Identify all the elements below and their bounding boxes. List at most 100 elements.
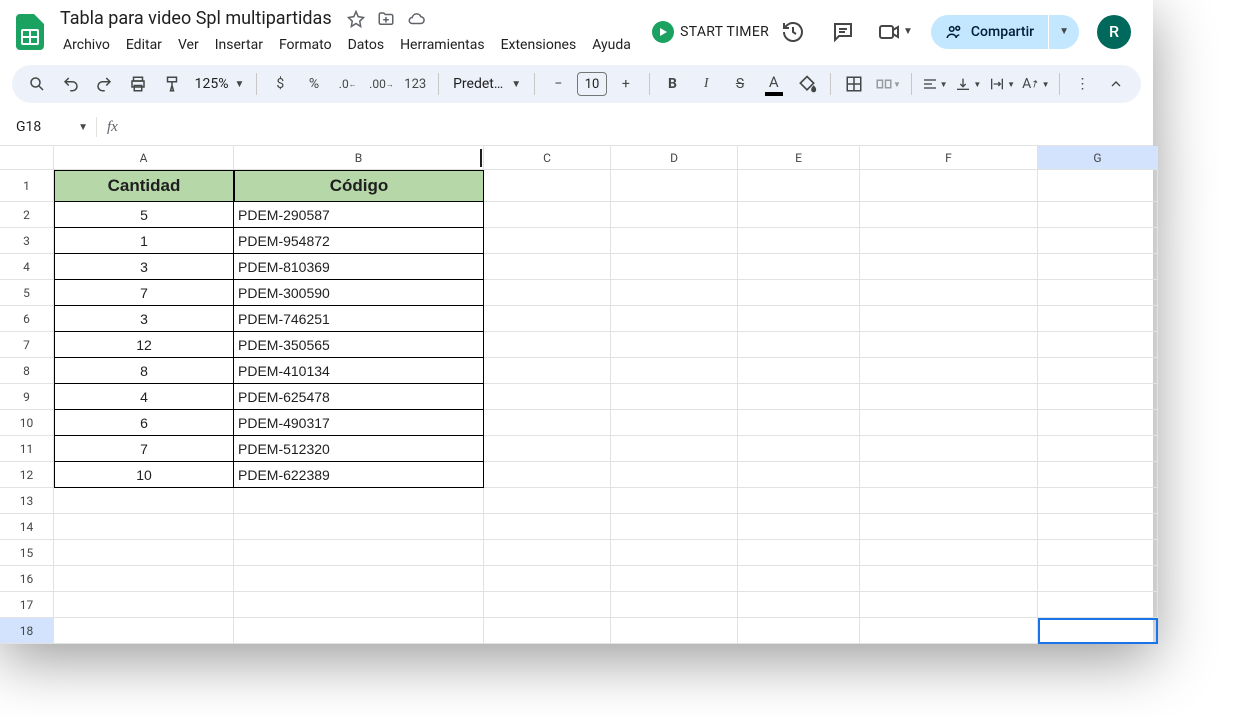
cell[interactable] [1038,566,1158,592]
merge-button[interactable]: ▼ [873,69,903,99]
cell[interactable] [738,228,860,254]
currency-button[interactable]: $ [265,69,295,99]
cell[interactable] [234,514,484,540]
cell[interactable] [860,618,1038,644]
cell[interactable] [738,618,860,644]
cell[interactable] [484,280,611,306]
document-title[interactable]: Tabla para video Spl multipartidas [56,6,336,31]
cell[interactable] [1038,228,1158,254]
column-header[interactable]: A [54,146,234,170]
cell[interactable] [611,170,738,202]
cell[interactable]: PDEM-512320 [234,436,484,462]
cell[interactable]: 1 [54,228,234,254]
cell[interactable] [738,488,860,514]
row-header[interactable]: 4 [0,254,54,280]
share-button[interactable]: Compartir [931,15,1048,49]
text-color-button[interactable]: A [759,69,789,99]
row-header[interactable]: 1 [0,170,54,202]
cloud-status-icon[interactable] [406,10,426,28]
cell[interactable] [611,202,738,228]
cell[interactable] [484,228,611,254]
halign-button[interactable]: ▼ [920,69,950,99]
row-header[interactable]: 12 [0,462,54,488]
cell[interactable] [484,170,611,202]
increase-fontsize-button[interactable]: + [611,69,641,99]
cell[interactable] [611,332,738,358]
cell[interactable] [1038,170,1158,202]
valign-button[interactable]: ▼ [953,69,983,99]
cell[interactable] [234,618,484,644]
cell[interactable]: PDEM-410134 [234,358,484,384]
cell[interactable] [1038,254,1158,280]
cell[interactable] [738,436,860,462]
row-header[interactable]: 18 [0,618,54,644]
column-header[interactable]: D [611,146,738,170]
cell[interactable] [860,410,1038,436]
cell[interactable] [611,514,738,540]
history-icon[interactable] [777,16,809,48]
cell[interactable]: 3 [54,254,234,280]
cell[interactable] [860,566,1038,592]
column-header[interactable]: B [234,146,484,170]
decrease-decimal-button[interactable]: .0← [333,69,363,99]
row-header[interactable]: 6 [0,306,54,332]
row-header[interactable]: 15 [0,540,54,566]
cell[interactable] [738,280,860,306]
cell[interactable] [1038,384,1158,410]
menu-editar[interactable]: Editar [119,33,169,57]
name-box[interactable]: G18 ▼ [8,115,96,139]
menu-insertar[interactable]: Insertar [208,33,270,57]
cell[interactable] [611,540,738,566]
cell[interactable]: PDEM-954872 [234,228,484,254]
paint-format-button[interactable] [157,69,187,99]
cell[interactable] [484,202,611,228]
cell[interactable] [860,306,1038,332]
select-all-corner[interactable] [0,146,54,170]
cell[interactable]: 5 [54,202,234,228]
cell[interactable]: PDEM-746251 [234,306,484,332]
cell[interactable] [860,514,1038,540]
cell[interactable] [54,540,234,566]
cell[interactable] [1038,618,1158,644]
row-header[interactable]: 11 [0,436,54,462]
cell[interactable]: 7 [54,436,234,462]
cell[interactable]: 7 [54,280,234,306]
cell[interactable] [860,384,1038,410]
cell[interactable] [860,280,1038,306]
cell[interactable] [611,618,738,644]
row-header[interactable]: 10 [0,410,54,436]
cell[interactable]: PDEM-350565 [234,332,484,358]
bold-button[interactable]: B [658,69,688,99]
cell[interactable] [860,436,1038,462]
cell[interactable] [860,540,1038,566]
cell[interactable] [484,436,611,462]
cell[interactable] [738,332,860,358]
cell[interactable] [860,170,1038,202]
wrap-button[interactable]: ▼ [987,69,1017,99]
cell[interactable] [611,254,738,280]
row-header[interactable]: 9 [0,384,54,410]
cell[interactable] [54,618,234,644]
cell[interactable] [611,566,738,592]
cell[interactable]: 4 [54,384,234,410]
cell[interactable]: 12 [54,332,234,358]
cell[interactable]: 10 [54,462,234,488]
menu-formato[interactable]: Formato [272,33,339,57]
zoom-select[interactable]: 125%▼ [191,76,249,92]
cell[interactable] [738,566,860,592]
cell[interactable] [1038,462,1158,488]
menu-ayuda[interactable]: Ayuda [585,33,638,57]
cell[interactable] [738,306,860,332]
cell[interactable]: PDEM-622389 [234,462,484,488]
cell[interactable] [54,566,234,592]
cell[interactable] [611,280,738,306]
cell[interactable] [860,254,1038,280]
cell[interactable] [484,540,611,566]
row-header[interactable]: 3 [0,228,54,254]
cell[interactable] [860,228,1038,254]
cell[interactable] [860,462,1038,488]
cell[interactable] [484,592,611,618]
meet-button[interactable]: ▼ [877,20,913,44]
menu-extensiones[interactable]: Extensiones [494,33,584,57]
cell[interactable] [611,462,738,488]
